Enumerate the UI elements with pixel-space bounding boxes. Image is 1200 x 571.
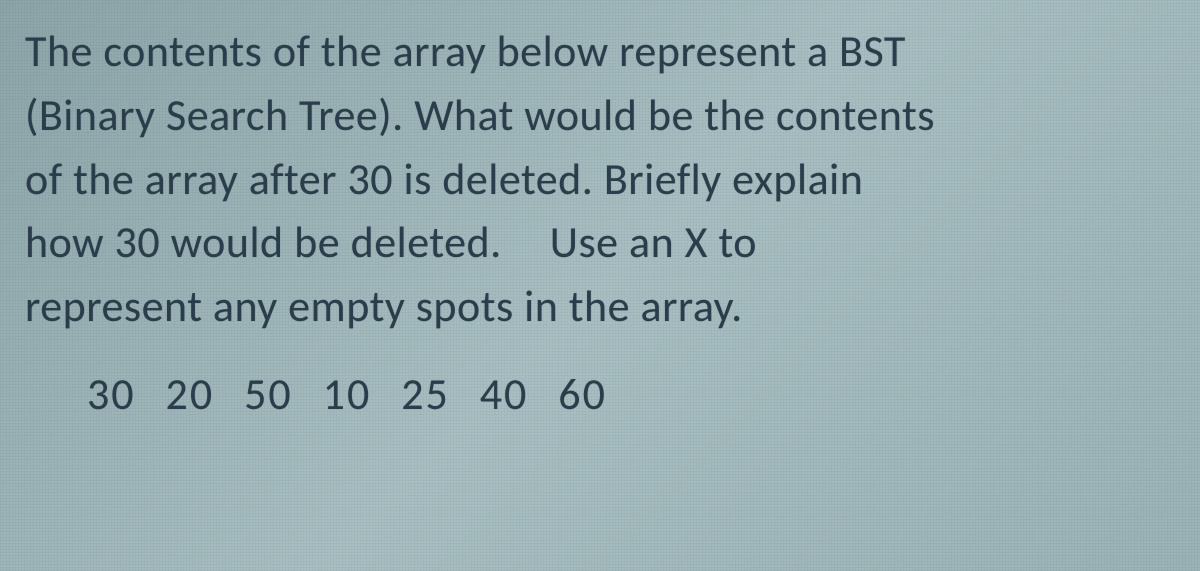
question-line-5: represent any empty spots in the array. [25, 279, 743, 333]
bst-array-contents: 30 20 50 10 25 40 60 [25, 367, 1175, 421]
question-line-4a: how 30 would be deleted. [25, 215, 502, 269]
question-body: The contents of the array below represen… [25, 20, 1175, 339]
question-line-4b: Use an X to [550, 215, 757, 269]
question-line-2: (Binary Search Tree). What would be the … [25, 88, 935, 142]
question-line-3: of the array after 30 is deleted. Briefl… [25, 152, 863, 206]
question-line-1: The contents of the array below represen… [25, 24, 906, 78]
